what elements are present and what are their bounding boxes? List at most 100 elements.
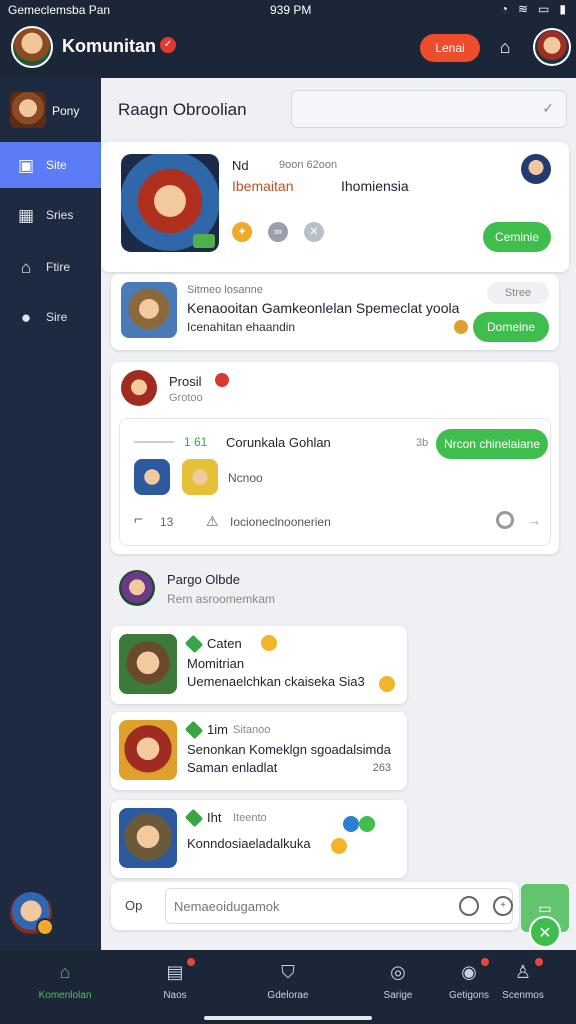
member-avatar[interactable] [182, 459, 218, 495]
event-art [121, 282, 177, 338]
message-line-1: Momitrian [187, 656, 245, 671]
post-inner-card: 1 61 Corunkala Gohlan 3b Nrcon chinelaia… [119, 418, 551, 546]
featured-card[interactable]: Nd 9oon 62oon Ibemaitan Ihomiensia ✦ ∞ ✕… [101, 142, 569, 272]
notification-dot [535, 958, 543, 966]
wifi-icon: ≋ [517, 2, 529, 16]
sidebar-profile[interactable]: Pony [10, 92, 98, 132]
message-item[interactable]: 1im Sitanoo Senonkan Komeklgn sgoadalsim… [111, 712, 407, 790]
member-avatar[interactable] [134, 459, 170, 495]
post-inner-title: Corunkala Gohlan [226, 435, 331, 450]
section-title: Pargo Olbde [167, 572, 240, 587]
badge-icon [359, 816, 375, 832]
header-action-button[interactable]: Lenai [420, 34, 480, 62]
coin-icon [454, 320, 468, 334]
attach-icon[interactable]: + [493, 896, 513, 916]
nav-label: Naos [163, 990, 187, 1001]
app-logo [11, 26, 53, 68]
message-item[interactable]: Caten Momitrian Uemenaelchkan ckaiseka S… [111, 626, 407, 704]
battery-icon: ▭ [538, 2, 550, 16]
message-item[interactable]: Iht Iteento Konndosiaeladalkuka [111, 800, 407, 878]
profile-name: Pony [52, 104, 80, 118]
post-author[interactable]: Prosil [169, 374, 202, 389]
member-name: Ncnoo [228, 471, 263, 485]
badge-icon [343, 816, 359, 832]
sidebar-item-site[interactable]: ▣ Site [0, 142, 101, 188]
event-card[interactable]: Sitmeo losanne Stree Kenaooitan Gamkeonl… [111, 274, 559, 350]
alarm-icon: ◔ [500, 2, 508, 16]
tag-icon [184, 634, 204, 654]
event-title: Kenaooitan Gamkeonlelan Spemeclat yoola [187, 300, 460, 316]
nav-item-news[interactable]: ▤ Naos [135, 958, 215, 1010]
join-button[interactable]: Nrcon chinelaiane [436, 429, 548, 459]
home-icon: ⌂ [20, 258, 32, 277]
post-avatar[interactable] [121, 370, 157, 406]
like-count: 13 [160, 515, 174, 529]
divider [134, 441, 174, 443]
news-icon: ▤ [166, 962, 184, 982]
tag-icon [184, 720, 204, 740]
signal-icon: ▮ [559, 2, 566, 16]
record-icon: ◉ [461, 962, 477, 982]
filter-select[interactable]: ✓ [291, 90, 567, 128]
section-subtitle: Rem asroomemkam [167, 592, 276, 606]
featured-icons: ✦ ∞ ✕ [232, 222, 324, 242]
record-icon[interactable] [496, 511, 514, 529]
nav-label: Komenlolan [38, 990, 92, 1001]
message-meta: Iteento [233, 812, 267, 824]
message-line-1: Konndosiaeladalkuka [187, 836, 311, 851]
user-avatar[interactable] [533, 28, 571, 66]
arrow-right-icon[interactable]: → [528, 513, 541, 528]
emoji-icon [331, 838, 347, 854]
featured-avatar[interactable] [521, 154, 551, 184]
message-meta: Sitanoo [233, 724, 271, 736]
tag-icon [193, 234, 215, 248]
message-author: 1im [207, 722, 228, 737]
notification-icon[interactable]: ⌂ [494, 36, 516, 58]
nav-item-guild[interactable]: ⛉ Gdelorae [248, 960, 328, 1010]
message-avatar [119, 634, 177, 694]
sidebar-item-label: Sries [46, 208, 74, 222]
sidebar-item-label: Ftire [46, 260, 70, 274]
event-subtitle: Icenahitan ehaandin [187, 320, 296, 334]
compass-icon: ◎ [390, 962, 406, 982]
verified-badge-icon: ✓ [160, 37, 176, 53]
nav-item-profile[interactable]: ♙ Scenmos [483, 958, 563, 1010]
post-count: 1 61 [184, 435, 208, 449]
sidebar-bottom-avatar[interactable] [10, 892, 54, 936]
tool-icon[interactable]: ✕ [304, 222, 324, 242]
comment-text[interactable]: Iocioneclnoonerien [230, 515, 331, 529]
message-author: Iht [207, 810, 222, 825]
expand-fab-icon[interactable]: ✕ [529, 916, 561, 948]
message-composer: Op + [111, 882, 519, 930]
app-header: Komunitan ✓ Lenai ⌂ [0, 20, 576, 78]
composer-label: Op [125, 898, 143, 913]
app-title: Komunitan [62, 36, 156, 56]
message-line-1: Senonkan Komeklgn sgoadalsimda [187, 742, 391, 757]
shield-icon: ⛉ [281, 962, 295, 982]
featured-button[interactable]: Ceminie [483, 222, 551, 252]
status-icons: ◔ ≋ ▭ ▮ [501, 2, 566, 16]
link-icon[interactable]: ∞ [268, 222, 288, 242]
like-icon[interactable]: ⌐ [134, 511, 143, 528]
user-icon: ♙ [514, 962, 532, 982]
nav-item-explore[interactable]: ◎ Sarige [358, 960, 438, 1010]
post-inner-meta: 3b [416, 437, 429, 449]
sidebar-item-sire[interactable]: ● Sire [0, 294, 101, 340]
message-line-2: Saman enladlat [187, 760, 278, 775]
sidebar-item-sries[interactable]: ▦ Sries [0, 192, 101, 238]
sidebar-item-label: Site [46, 158, 67, 172]
emoji-picker-icon[interactable] [459, 896, 479, 916]
status-time: 939 PM [270, 3, 312, 17]
nav-item-home[interactable]: ⌂ Komenlolan [25, 960, 105, 1010]
event-button[interactable]: Domeine [473, 312, 549, 342]
sidebar-item-ftire[interactable]: ⌂ Ftire [0, 244, 101, 290]
fire-icon[interactable]: ✦ [232, 222, 252, 242]
box-icon: ▦ [17, 206, 35, 225]
nav-label: Sarige [383, 990, 413, 1001]
home-indicator [204, 1016, 372, 1020]
event-pill[interactable]: Stree [487, 282, 549, 304]
message-extra: 263 [372, 762, 391, 774]
share-icon[interactable]: ⚠ [206, 513, 219, 530]
home-icon: ⌂ [59, 962, 71, 982]
event-meta: Sitmeo losanne [187, 284, 263, 296]
